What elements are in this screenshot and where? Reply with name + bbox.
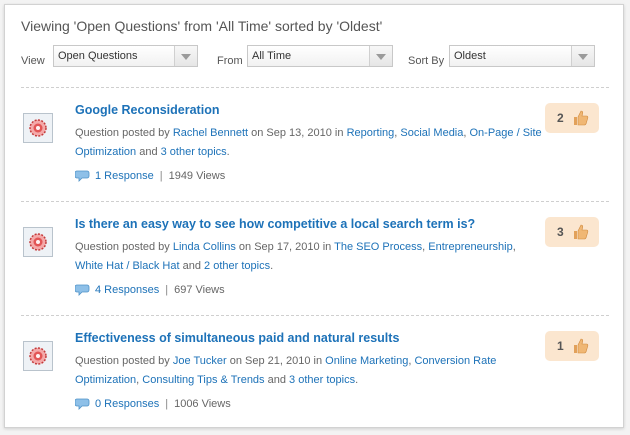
and-text: and	[139, 146, 158, 158]
filter-bar: View Open Questions From All Time Sort B…	[21, 45, 611, 69]
sort-select-arrow[interactable]	[571, 46, 594, 66]
responses-link[interactable]: 0 Responses	[95, 398, 159, 410]
author-link[interactable]: Rachel Bennett	[173, 127, 248, 139]
separator-pipe: |	[165, 398, 169, 410]
thumbs-up-icon	[574, 338, 589, 354]
other-topics-link[interactable]: 3 other topics	[289, 374, 355, 386]
and-text: and	[182, 260, 201, 272]
other-topics-link[interactable]: 2 other topics	[204, 260, 270, 272]
sort-select[interactable]: Oldest	[449, 45, 595, 67]
vote-count: 3	[557, 225, 564, 239]
thumbs-up-icon	[574, 110, 589, 126]
view-label: View	[21, 55, 45, 67]
flower-avatar-icon	[29, 119, 47, 137]
divider	[21, 87, 609, 88]
chevron-down-icon	[376, 54, 386, 60]
avatar[interactable]	[23, 341, 53, 371]
question-title[interactable]: Google Reconsideration	[75, 103, 219, 117]
view-select-value: Open Questions	[58, 50, 138, 62]
flower-avatar-icon	[29, 347, 47, 365]
page-heading: Viewing 'Open Questions' from 'All Time'…	[21, 18, 383, 34]
vote-badge[interactable]: 1	[545, 331, 599, 361]
vote-badge[interactable]: 3	[545, 217, 599, 247]
posted-date-text: on Sep 17, 2010 in	[238, 241, 332, 253]
question-item: Google Reconsideration Question posted b…	[21, 103, 609, 207]
responses-link[interactable]: 1 Response	[95, 170, 154, 182]
topic-link[interactable]: White Hat / Black Hat	[75, 260, 180, 272]
divider	[21, 201, 609, 202]
other-topics-link[interactable]: 3 other topics	[161, 146, 227, 158]
from-select[interactable]: All Time	[247, 45, 393, 67]
chevron-down-icon	[578, 54, 588, 60]
speech-bubble-icon	[75, 170, 90, 183]
separator-pipe: |	[165, 284, 169, 296]
flower-avatar-icon	[29, 233, 47, 251]
topic-link[interactable]: Entrepreneurship	[428, 241, 512, 253]
and-text: and	[267, 374, 286, 386]
speech-bubble-icon	[75, 398, 90, 411]
question-title[interactable]: Effectiveness of simultaneous paid and n…	[75, 331, 399, 345]
thumbs-up-icon	[574, 224, 589, 240]
question-meta: Question posted by Linda Collins on Sep …	[75, 241, 516, 272]
topic-link[interactable]: Social Media	[400, 127, 463, 139]
topic-link[interactable]: The SEO Process	[334, 241, 422, 253]
vote-count: 1	[557, 339, 564, 353]
views-count: 697 Views	[174, 284, 225, 296]
avatar[interactable]	[23, 227, 53, 257]
posted-by-text: Question posted by	[75, 355, 170, 367]
avatar[interactable]	[23, 113, 53, 143]
view-select-arrow[interactable]	[174, 46, 197, 66]
vote-count: 2	[557, 111, 564, 125]
from-select-value: All Time	[252, 50, 292, 62]
question-footer: 0 Responses | 1006 Views	[75, 398, 231, 411]
separator-pipe: |	[159, 170, 163, 182]
question-item: Is there an easy way to see how competit…	[21, 217, 609, 321]
question-footer: 4 Responses | 697 Views	[75, 284, 225, 297]
question-footer: 1 Response | 1949 Views	[75, 170, 226, 183]
question-item: Effectiveness of simultaneous paid and n…	[21, 331, 609, 435]
question-meta: Question posted by Joe Tucker on Sep 21,…	[75, 355, 497, 386]
author-link[interactable]: Linda Collins	[173, 241, 236, 253]
author-link[interactable]: Joe Tucker	[173, 355, 227, 367]
question-meta: Question posted by Rachel Bennett on Sep…	[75, 127, 542, 158]
sort-label: Sort By	[408, 55, 445, 67]
vote-badge[interactable]: 2	[545, 103, 599, 133]
chevron-down-icon	[181, 54, 191, 60]
topic-link[interactable]: Reporting	[347, 127, 395, 139]
divider	[21, 315, 609, 316]
question-title[interactable]: Is there an easy way to see how competit…	[75, 217, 475, 231]
responses-link[interactable]: 4 Responses	[95, 284, 159, 296]
topic-link[interactable]: Online Marketing	[325, 355, 408, 367]
sort-select-value: Oldest	[454, 50, 486, 62]
speech-bubble-icon	[75, 284, 90, 297]
posted-date-text: on Sep 21, 2010 in	[229, 355, 323, 367]
posted-date-text: on Sep 13, 2010 in	[251, 127, 344, 139]
views-count: 1949 Views	[168, 170, 226, 182]
posted-by-text: Question posted by	[75, 241, 170, 253]
posted-by-text: Question posted by	[75, 127, 170, 139]
views-count: 1006 Views	[174, 398, 231, 410]
questions-panel: Viewing 'Open Questions' from 'All Time'…	[4, 4, 624, 428]
from-label: From	[217, 55, 243, 67]
topic-link[interactable]: Consulting Tips & Trends	[142, 374, 264, 386]
from-select-arrow[interactable]	[369, 46, 392, 66]
view-select[interactable]: Open Questions	[53, 45, 198, 67]
